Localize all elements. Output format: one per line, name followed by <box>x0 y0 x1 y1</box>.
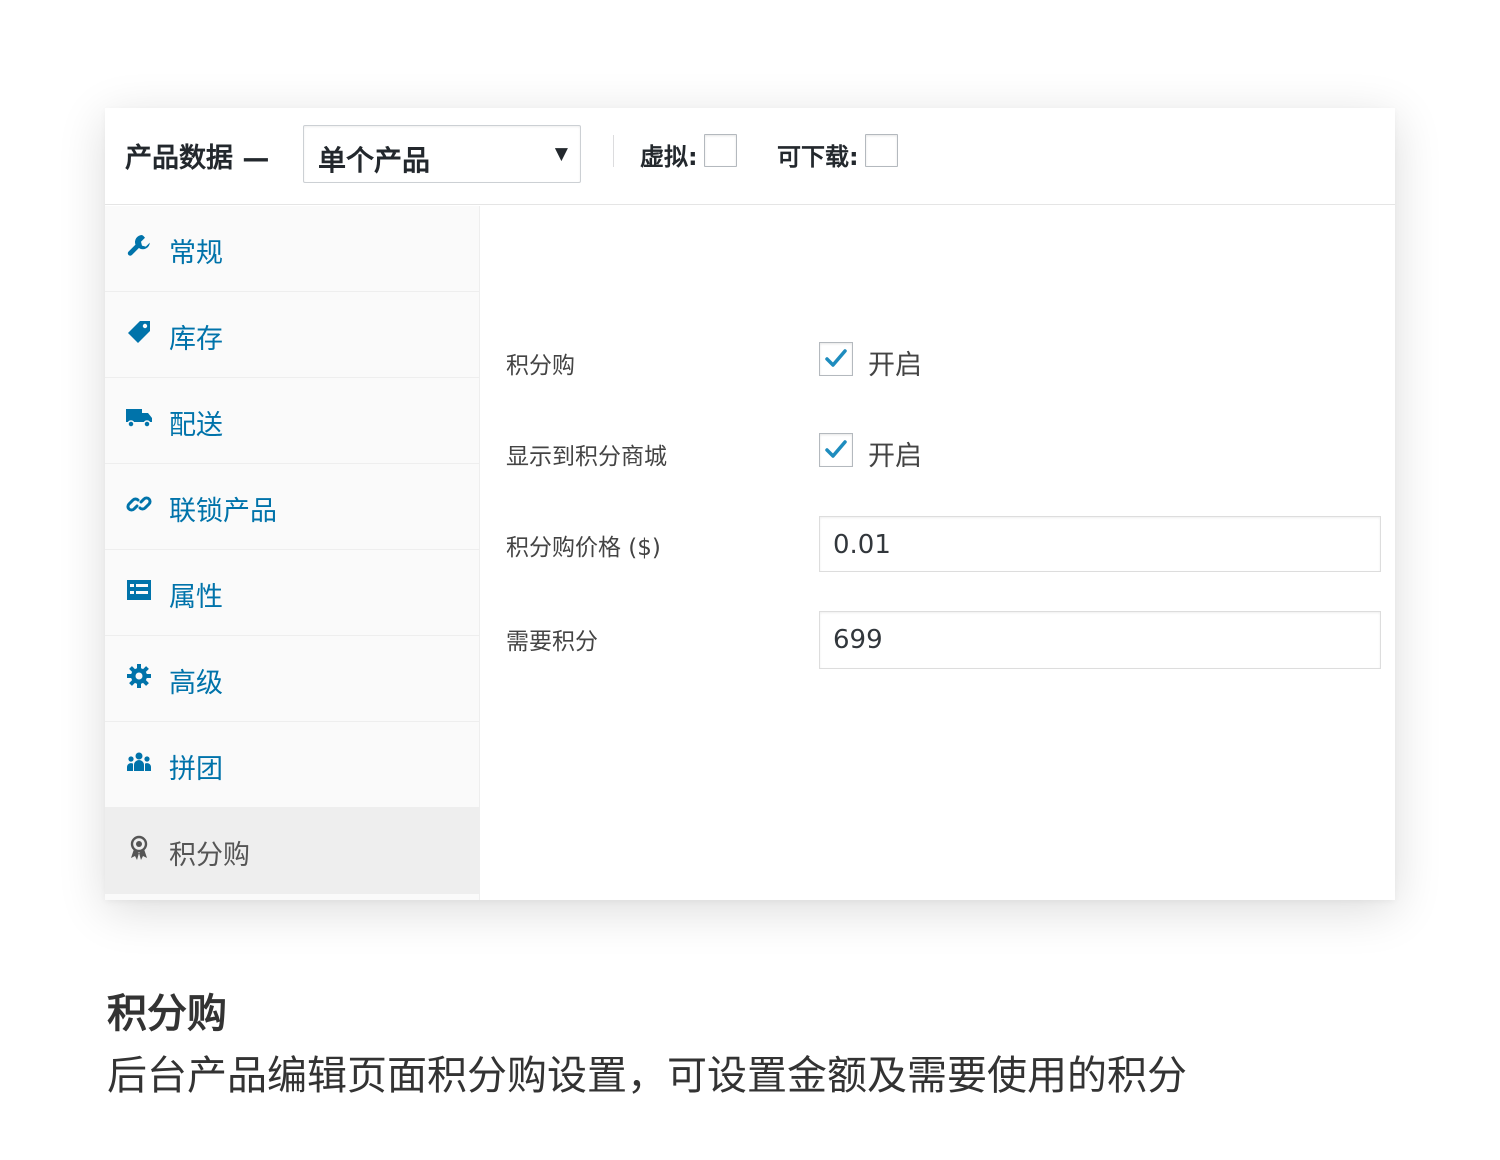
points-price-input[interactable]: 0.01 <box>819 516 1381 572</box>
tab-label: 高级 <box>169 668 223 699</box>
tab-label: 属性 <box>169 582 223 613</box>
points-purchase-option: 开启 <box>868 350 922 381</box>
points-price-label: 积分购价格 ($) <box>506 535 661 561</box>
gear-icon <box>125 662 153 690</box>
tab-attributes[interactable]: 属性 <box>105 550 480 636</box>
downloadable-checkbox[interactable] <box>865 134 898 167</box>
required-points-value: 699 <box>833 625 883 655</box>
header-divider <box>613 135 614 167</box>
product-type-selected: 单个产品 <box>318 144 431 177</box>
dropdown-arrow-icon: ▼ <box>554 144 568 164</box>
required-points-input[interactable]: 699 <box>819 611 1381 669</box>
tag-icon <box>125 318 153 346</box>
groups-icon <box>125 748 153 776</box>
points-purchase-label: 积分购 <box>506 353 575 379</box>
product-data-title: 产品数据 — <box>125 143 270 174</box>
tab-label: 拼团 <box>169 754 223 785</box>
required-points-label: 需要积分 <box>506 629 598 655</box>
points-purchase-checkbox[interactable] <box>819 342 853 376</box>
tab-label: 库存 <box>169 324 223 355</box>
show-in-mall-checkbox[interactable] <box>819 433 853 467</box>
truck-icon <box>125 404 153 432</box>
tab-label: 联锁产品 <box>169 496 277 527</box>
caption-description: 后台产品编辑页面积分购设置，可设置金额及需要使用的积分 <box>107 1053 1187 1099</box>
tab-advanced[interactable]: 高级 <box>105 636 480 722</box>
virtual-label: 虚拟: <box>640 143 698 171</box>
virtual-checkbox[interactable] <box>704 134 737 167</box>
checkmark-icon <box>825 440 847 458</box>
points-price-value: 0.01 <box>833 530 891 560</box>
link-icon <box>125 490 153 518</box>
tab-general[interactable]: 常规 <box>105 206 480 292</box>
tab-group-buy[interactable]: 拼团 <box>105 722 480 808</box>
list-icon <box>125 576 153 604</box>
points-purchase-panel: 积分购 开启 显示到积分商城 开启 积分购价格 ($) 0.01 需要积分 69… <box>481 206 1395 900</box>
product-data-box: 产品数据 — 单个产品 ▼ 虚拟: 可下载: 常规 库存 配送 联锁产品 属性 … <box>105 108 1395 900</box>
downloadable-label: 可下载: <box>777 143 859 171</box>
show-in-mall-label: 显示到积分商城 <box>506 444 667 470</box>
tab-label: 配送 <box>169 410 223 441</box>
checkmark-icon <box>825 349 847 367</box>
show-in-mall-option: 开启 <box>868 441 922 472</box>
product-type-select[interactable]: 单个产品 ▼ <box>303 125 581 183</box>
tab-points-purchase[interactable]: 积分购 <box>105 808 480 894</box>
award-icon <box>125 834 153 862</box>
product-data-header: 产品数据 — 单个产品 ▼ 虚拟: 可下载: <box>105 108 1395 205</box>
caption-title: 积分购 <box>107 991 227 1037</box>
tab-label: 积分购 <box>169 840 250 871</box>
tab-inventory[interactable]: 库存 <box>105 292 480 378</box>
tab-shipping[interactable]: 配送 <box>105 378 480 464</box>
product-data-tabs: 常规 库存 配送 联锁产品 属性 高级 拼团 积分购 <box>105 206 480 900</box>
wrench-icon <box>125 232 153 260</box>
tab-linked-products[interactable]: 联锁产品 <box>105 464 480 550</box>
tab-label: 常规 <box>169 238 223 269</box>
